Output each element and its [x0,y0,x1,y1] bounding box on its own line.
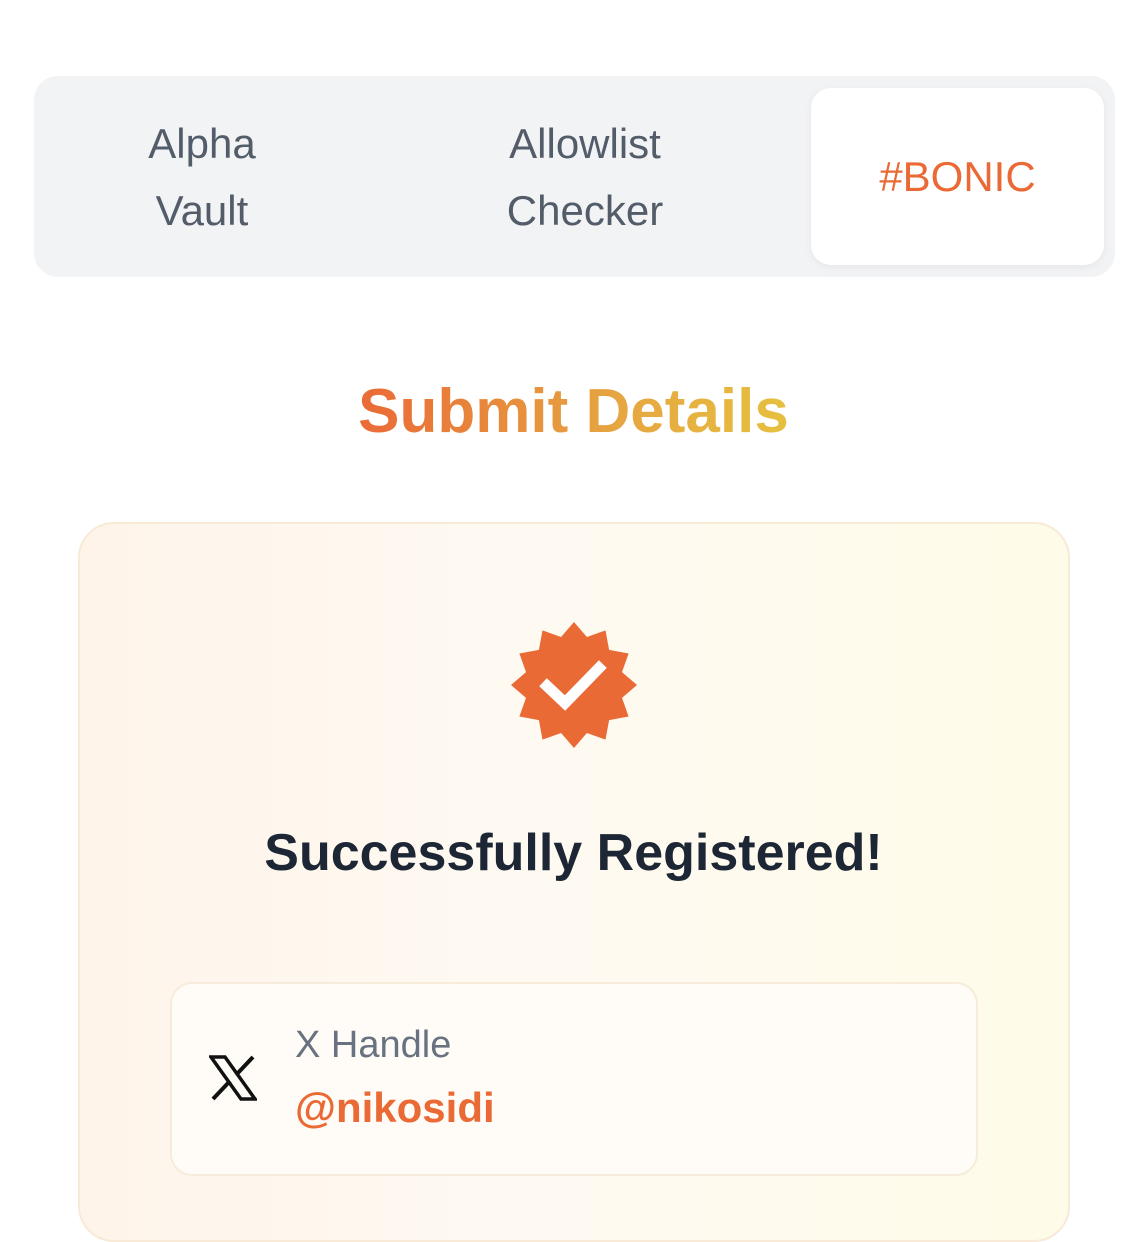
tab-label: Allowlist Checker [506,119,664,234]
x-logo-icon [209,1055,257,1101]
success-message: Successfully Registered! [264,824,883,882]
x-handle-value: @nikosidi [295,1084,495,1131]
tab-bonic[interactable]: #BONIC [811,88,1104,265]
x-handle-label: X Handle [295,1024,452,1066]
verified-badge-icon [511,622,637,748]
page-title-text: Submit Details [358,377,789,446]
tab-label: Alpha Vault [148,119,256,234]
tab-label: #BONIC [879,153,1036,200]
tab-alpha-vault[interactable]: Alpha Vault [34,76,370,277]
page-title: Submit Details [0,372,1147,452]
tab-allowlist-checker[interactable]: Allowlist Checker [394,76,776,277]
x-handle-card [170,982,978,1176]
tab-bar: Alpha Vault Allowlist Checker #BONIC [34,76,1115,277]
